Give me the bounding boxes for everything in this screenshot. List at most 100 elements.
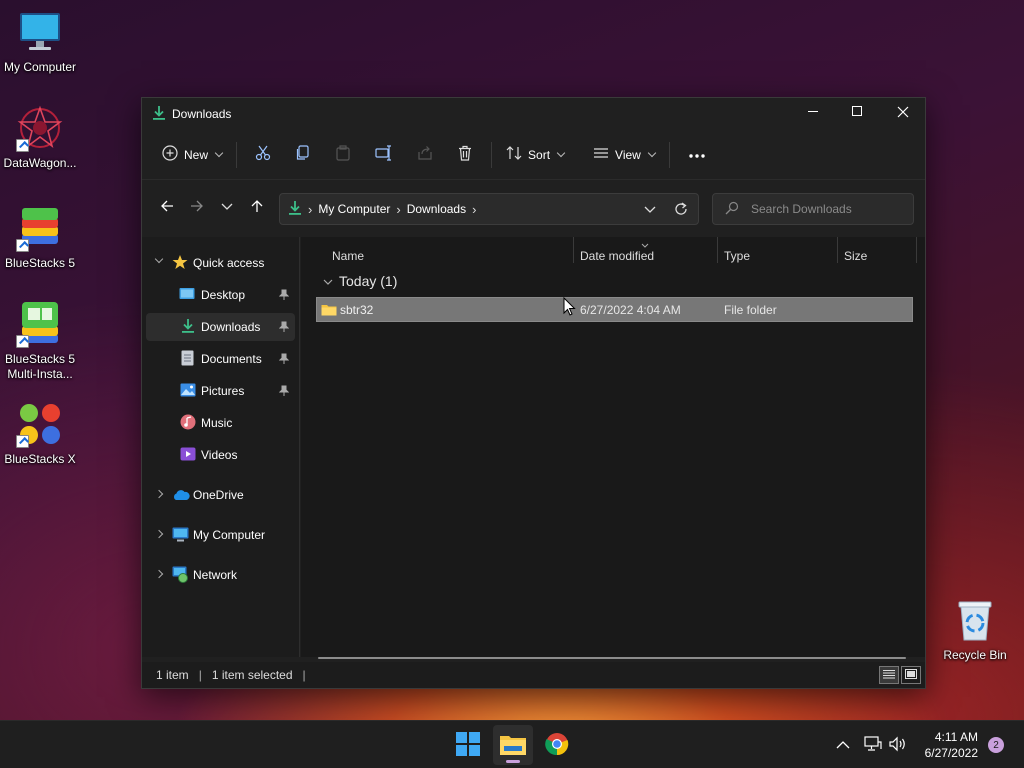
arrow-left-icon bbox=[160, 199, 174, 216]
nav-label: Quick access bbox=[193, 256, 265, 270]
column-header-date-modified[interactable]: Date modified bbox=[580, 249, 654, 263]
nav-item-desktop[interactable]: Desktop bbox=[146, 281, 295, 309]
notification-badge[interactable]: 2 bbox=[988, 737, 1004, 753]
minimize-button[interactable] bbox=[790, 98, 836, 128]
refresh-button[interactable] bbox=[674, 202, 688, 219]
paste-icon bbox=[335, 145, 351, 164]
view-label: View bbox=[615, 147, 641, 162]
arrow-up-icon bbox=[250, 199, 264, 216]
nav-item-music[interactable]: Music bbox=[146, 409, 295, 437]
address-bar[interactable]: › My Computer › Downloads › bbox=[279, 193, 699, 225]
sort-button[interactable]: Sort bbox=[498, 139, 572, 171]
breadcrumb-my-computer[interactable]: My Computer bbox=[318, 202, 390, 216]
desktop-icon-label: Recycle Bin bbox=[943, 648, 1007, 662]
desktop-icon-bluestacks5-multi[interactable]: BlueStacks 5 Multi-Insta... bbox=[0, 300, 80, 382]
cut-button[interactable] bbox=[243, 139, 283, 171]
datawagon-app-icon bbox=[16, 104, 64, 152]
network-status-button[interactable] bbox=[864, 721, 882, 768]
new-button[interactable]: New bbox=[154, 139, 230, 171]
nav-network[interactable]: Network bbox=[146, 561, 295, 589]
start-button[interactable] bbox=[448, 725, 488, 765]
navigation-pane: Quick access Desktop Downloads Documents… bbox=[142, 237, 300, 657]
chevron-right-icon bbox=[154, 529, 164, 539]
desktop-icon-bluestacks5[interactable]: BlueStacks 5 bbox=[0, 204, 80, 271]
column-header-type[interactable]: Type bbox=[724, 249, 750, 263]
forward-button[interactable] bbox=[182, 192, 212, 222]
monitor-icon bbox=[16, 8, 64, 56]
documents-icon bbox=[181, 350, 194, 369]
paste-button[interactable] bbox=[323, 139, 363, 171]
mouse-cursor-icon bbox=[563, 296, 577, 320]
command-bar: New Sort View bbox=[142, 130, 925, 180]
copy-icon bbox=[295, 145, 311, 164]
address-history-button[interactable] bbox=[644, 203, 656, 217]
rename-icon bbox=[375, 145, 393, 164]
up-button[interactable] bbox=[242, 192, 272, 222]
column-divider[interactable] bbox=[573, 237, 574, 263]
nav-quick-access[interactable]: Quick access bbox=[146, 249, 295, 277]
file-list: Name Date modified Type Size Today (1) s… bbox=[301, 237, 925, 659]
view-button[interactable]: View bbox=[585, 139, 663, 171]
nav-onedrive[interactable]: OneDrive bbox=[146, 481, 295, 509]
chevron-right-icon bbox=[154, 569, 164, 579]
group-label: Today (1) bbox=[339, 273, 398, 289]
bluestacks-x-icon bbox=[16, 400, 64, 448]
large-icons-view-button[interactable] bbox=[901, 666, 921, 684]
column-divider[interactable] bbox=[837, 237, 838, 263]
copy-button[interactable] bbox=[283, 139, 323, 171]
nav-item-downloads[interactable]: Downloads bbox=[146, 313, 295, 341]
more-options-button[interactable] bbox=[676, 139, 718, 171]
column-header-name[interactable]: Name bbox=[332, 249, 364, 263]
group-header-today[interactable]: Today (1) bbox=[323, 273, 397, 289]
chevron-right-icon: › bbox=[472, 201, 477, 217]
desktop-icon-bluestacks-x[interactable]: BlueStacks X bbox=[0, 400, 80, 467]
show-hidden-icons-button[interactable] bbox=[836, 721, 850, 768]
pin-icon bbox=[278, 321, 290, 336]
sort-icon bbox=[506, 145, 522, 164]
chevron-down-icon bbox=[647, 148, 657, 157]
divider bbox=[491, 141, 493, 168]
close-button[interactable] bbox=[880, 98, 926, 128]
taskbar: 4:11 AM 6/27/2022 2 bbox=[0, 720, 1024, 768]
nav-item-pictures[interactable]: Pictures bbox=[146, 377, 295, 405]
music-icon bbox=[180, 414, 196, 433]
folder-icon bbox=[321, 303, 337, 319]
desktop-icon-datawagon[interactable]: DataWagon... bbox=[0, 104, 80, 171]
desktop-icon bbox=[179, 287, 195, 304]
nav-item-videos[interactable]: Videos bbox=[146, 441, 295, 469]
column-header-size[interactable]: Size bbox=[844, 249, 867, 263]
desktop-icon-my-computer[interactable]: My Computer bbox=[0, 8, 80, 75]
share-button[interactable] bbox=[405, 139, 445, 171]
recycle-bin-icon bbox=[951, 596, 999, 644]
pin-icon bbox=[278, 385, 290, 400]
system-clock[interactable]: 4:11 AM 6/27/2022 bbox=[925, 729, 978, 761]
delete-button[interactable] bbox=[445, 139, 485, 171]
taskbar-chrome[interactable] bbox=[537, 725, 577, 765]
refresh-icon bbox=[674, 202, 688, 219]
nav-my-computer[interactable]: My Computer bbox=[146, 521, 295, 549]
network-icon bbox=[172, 566, 189, 586]
details-view-button[interactable] bbox=[879, 666, 899, 684]
breadcrumb-downloads[interactable]: Downloads bbox=[407, 202, 466, 216]
maximize-button[interactable] bbox=[834, 98, 880, 128]
table-row[interactable]: sbtr32 6/27/2022 4:04 AM File folder bbox=[316, 297, 913, 322]
search-input[interactable]: Search Downloads bbox=[712, 193, 914, 225]
divider bbox=[668, 141, 670, 168]
back-button[interactable] bbox=[152, 192, 182, 222]
file-type: File folder bbox=[724, 302, 777, 317]
recent-locations-button[interactable] bbox=[212, 192, 242, 222]
nav-item-documents[interactable]: Documents bbox=[146, 345, 295, 373]
taskbar-file-explorer[interactable] bbox=[493, 725, 533, 765]
column-divider[interactable] bbox=[916, 237, 917, 263]
horizontal-scrollbar[interactable] bbox=[318, 657, 906, 659]
selection-count: 1 item selected bbox=[211, 668, 293, 682]
share-icon bbox=[417, 145, 433, 164]
volume-button[interactable] bbox=[889, 721, 907, 768]
chevron-up-icon bbox=[836, 738, 850, 752]
desktop-icon-label: My Computer bbox=[3, 60, 77, 74]
chevron-right-icon bbox=[154, 489, 164, 499]
rename-button[interactable] bbox=[363, 139, 405, 171]
nav-label: Videos bbox=[201, 448, 238, 462]
column-divider[interactable] bbox=[717, 237, 718, 263]
desktop-icon-recycle-bin[interactable]: Recycle Bin bbox=[935, 596, 1015, 663]
